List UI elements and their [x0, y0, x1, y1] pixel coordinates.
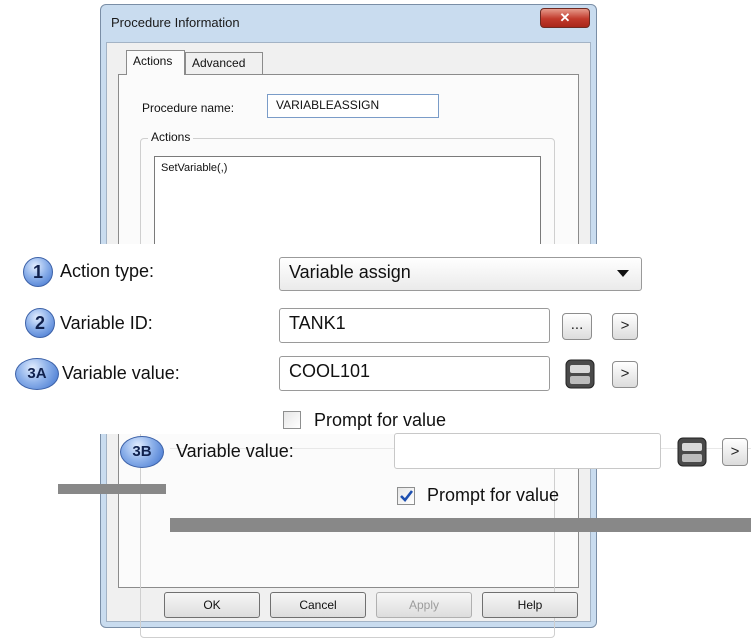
ok-button[interactable]: OK	[164, 592, 260, 618]
checkmark-icon	[400, 490, 414, 502]
variable-id-label: Variable ID:	[60, 313, 153, 333]
chevron-down-icon	[617, 270, 629, 277]
procedure-name-input[interactable]: VARIABLEASSIGN	[267, 94, 439, 118]
keypad-icon[interactable]	[564, 358, 596, 390]
procedure-name-label: Procedure name:	[142, 101, 235, 115]
variable-id-arrow-button[interactable]: >	[612, 313, 638, 340]
close-icon: ✕	[559, 10, 571, 25]
step-1-badge: 1	[23, 257, 53, 287]
action-type-dropdown[interactable]: Variable assign	[279, 257, 642, 291]
step-3b-badge: 3B	[120, 436, 164, 468]
step-3a-badge: 3A	[15, 358, 59, 390]
callout-bar-left	[58, 484, 166, 494]
apply-button[interactable]: Apply	[376, 592, 472, 618]
variable-value-arrow-button-3b[interactable]: >	[722, 438, 748, 466]
step-2-badge: 2	[25, 308, 55, 338]
list-item[interactable]: SetVariable(,)	[161, 162, 534, 174]
browse-button[interactable]: ...	[562, 313, 592, 340]
tab-actions[interactable]: Actions	[126, 50, 185, 75]
callout-bar-right	[170, 518, 751, 532]
prompt-for-value-checkbox[interactable]	[283, 411, 301, 429]
variable-value-input[interactable]: COOL101	[279, 356, 550, 391]
tab-advanced[interactable]: Advanced	[185, 52, 263, 74]
actions-list[interactable]: SetVariable(,)	[154, 156, 541, 247]
close-button[interactable]: ✕	[540, 8, 590, 28]
action-type-label: Action type:	[60, 261, 155, 281]
dialog-title: Procedure Information	[111, 15, 240, 30]
variable-value-input-3b[interactable]	[394, 433, 661, 469]
variable-value-label: Variable value:	[62, 363, 180, 383]
zoom-overlay: 1 Action type: Variable assign 2 Variabl…	[0, 244, 751, 434]
actions-group-label: Actions	[148, 130, 194, 144]
variable-id-input[interactable]: TANK1	[279, 308, 550, 343]
action-type-value: Variable assign	[289, 262, 411, 282]
cancel-button[interactable]: Cancel	[270, 592, 366, 618]
help-button[interactable]: Help	[482, 592, 578, 618]
variable-value-label-3b: Variable value:	[176, 441, 294, 461]
keypad-icon[interactable]	[676, 436, 708, 468]
prompt-for-value-label: Prompt for value	[314, 410, 447, 430]
prompt-for-value-label-3b: Prompt for value	[427, 485, 560, 505]
prompt-for-value-checkbox-3b[interactable]	[397, 487, 415, 505]
variable-value-arrow-button[interactable]: >	[612, 361, 638, 388]
